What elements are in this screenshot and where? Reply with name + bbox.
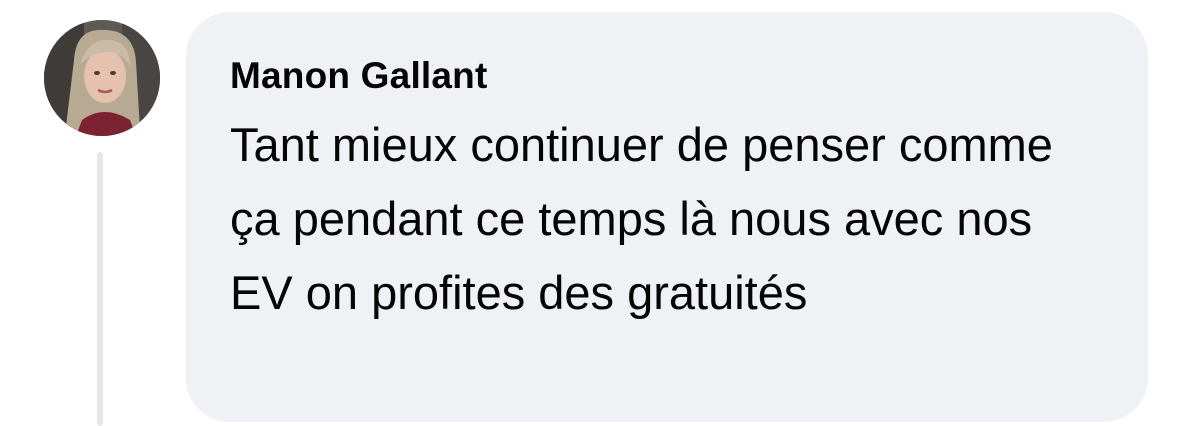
profile-photo-icon: [44, 20, 160, 136]
comment-bubble: Manon Gallant Tant mieux continuer de pe…: [186, 12, 1148, 422]
comment-text: Tant mieux continuer de penser comme ça …: [230, 118, 1053, 319]
avatar[interactable]: [44, 20, 160, 136]
comment-author-name[interactable]: Manon Gallant: [230, 54, 1104, 98]
reply-thread-line: [97, 152, 103, 426]
